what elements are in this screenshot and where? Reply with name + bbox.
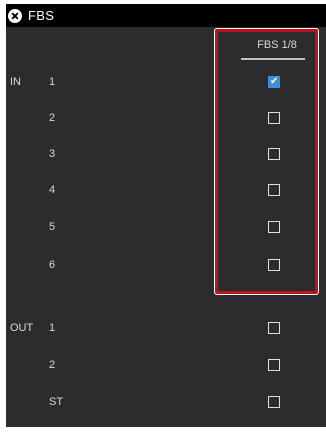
row-label-out-1: 1 <box>49 322 56 334</box>
fbs-panel: FBS FBS 1/8 IN 1 ✔ 2 3 4 5 6 OUT 1 2 ST <box>0 0 326 435</box>
group-label-in: IN <box>10 76 21 88</box>
row-label-in-6: 6 <box>49 259 56 271</box>
checkbox-in-4[interactable] <box>268 184 280 196</box>
row-label-in-3: 3 <box>49 148 56 160</box>
checkbox-out-1[interactable] <box>268 322 280 334</box>
row-label-out-st: ST <box>49 396 64 408</box>
checkmark-icon: ✔ <box>270 76 279 87</box>
column-header-fbs: FBS 1/8 <box>257 39 297 51</box>
checkbox-in-6[interactable] <box>268 259 280 271</box>
title-bar: FBS <box>6 4 326 27</box>
checkbox-in-5[interactable] <box>268 221 280 233</box>
row-label-in-1: 1 <box>49 76 56 88</box>
row-label-in-5: 5 <box>49 221 56 233</box>
checkbox-in-3[interactable] <box>268 148 280 160</box>
close-icon[interactable] <box>8 8 22 23</box>
column-header-underline <box>241 58 305 60</box>
checkbox-out-2[interactable] <box>268 359 280 371</box>
row-label-in-4: 4 <box>49 184 56 196</box>
window-title: FBS <box>28 8 55 23</box>
fbs-column-highlight <box>214 28 319 295</box>
checkbox-out-st[interactable] <box>268 396 280 408</box>
row-label-out-2: 2 <box>49 359 56 371</box>
row-label-in-2: 2 <box>49 112 56 124</box>
checkbox-in-2[interactable] <box>268 112 280 124</box>
group-label-out: OUT <box>10 322 34 334</box>
checkbox-in-1[interactable]: ✔ <box>268 76 280 88</box>
